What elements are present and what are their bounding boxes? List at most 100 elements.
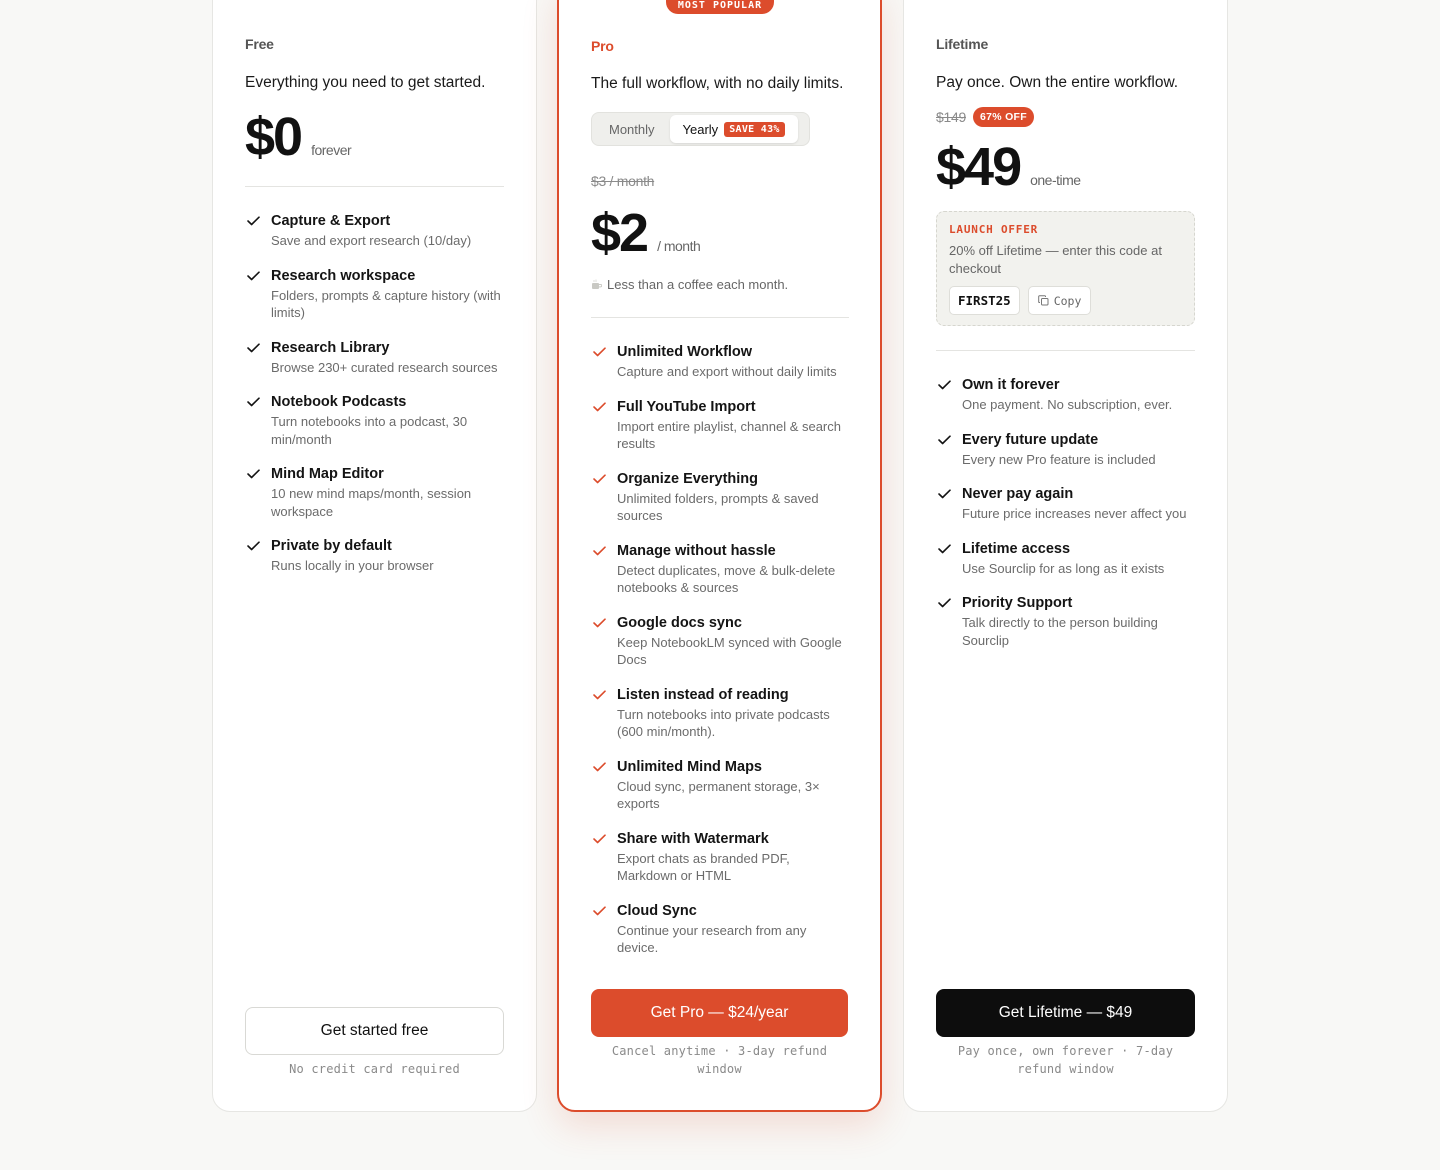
launch-offer-box: LAUNCH OFFER 20% off Lifetime — enter th… — [936, 211, 1195, 326]
check-icon — [247, 469, 260, 479]
billing-yearly-option[interactable]: Yearly SAVE 43% — [669, 115, 798, 143]
price-row: $49 one-time — [936, 137, 1195, 197]
feature-item: Lifetime access Use Sourclip for as long … — [936, 540, 1195, 578]
price-row: $0 forever — [245, 107, 504, 167]
feature-title: Listen instead of reading — [617, 686, 789, 703]
feature-title: Notebook Podcasts — [271, 394, 407, 410]
divider — [936, 350, 1195, 351]
check-icon — [593, 401, 606, 411]
feature-description: 10 new mind maps/month, session workspac… — [271, 486, 472, 519]
feature-description: Talk directly to the person building Sou… — [962, 615, 1158, 648]
discount-row: $149 67% OFF — [936, 107, 1195, 127]
feature-description: Capture and export without daily limits — [617, 364, 837, 379]
coffee-note-text: Less than a coffee each month. — [607, 277, 789, 292]
pricing-card-lifetime: Lifetime Pay once. Own the entire workfl… — [903, 0, 1228, 1112]
feature-title: Unlimited Workflow — [617, 344, 753, 360]
cta-note: Cancel anytime · 3-day refund window — [611, 1044, 828, 1076]
discount-badge: 67% OFF — [972, 107, 1034, 127]
copy-code-button[interactable]: Copy — [1027, 286, 1092, 315]
feature-title: Cloud Sync — [617, 902, 697, 919]
check-icon — [593, 833, 606, 843]
check-icon — [247, 541, 260, 551]
price-row: $2 / month — [591, 203, 849, 263]
check-icon — [593, 761, 606, 771]
feature-description: Future price increases never affect you — [962, 506, 1187, 521]
feature-description: Continue your research from any device. — [617, 922, 807, 956]
feature-item: Own it forever One payment. No subscripti… — [936, 376, 1195, 414]
yearly-label: Yearly — [682, 121, 719, 137]
cta-note: No credit card required — [289, 1062, 460, 1076]
copy-icon — [1037, 295, 1049, 306]
feature-list: Unlimited Workflow Capture and export wit… — [591, 343, 849, 957]
feature-description: Turn notebooks into private podcasts (60… — [617, 706, 830, 740]
divider — [591, 317, 849, 318]
get-lifetime-button[interactable]: Get Lifetime — $49 — [936, 989, 1195, 1037]
feature-title: Google docs sync — [617, 614, 742, 631]
feature-description: Folders, prompts & capture history (with… — [271, 287, 501, 321]
feature-description: Browse 230+ curated research sources — [271, 359, 498, 375]
feature-item: Organize Everything Unlimited folders, pr… — [591, 470, 849, 525]
feature-title: Unlimited Mind Maps — [617, 758, 762, 775]
coffee-note: Less than a coffee each month. — [591, 277, 849, 292]
feature-title: Capture & Export — [271, 213, 391, 229]
check-icon — [938, 543, 951, 553]
save-badge: SAVE 43% — [724, 121, 785, 137]
feature-item: Notebook Podcasts Turn notebooks into a p… — [245, 393, 504, 448]
coffee-icon — [592, 279, 602, 289]
price-suffix: forever — [311, 142, 352, 158]
price: $49 — [936, 137, 1022, 197]
pricing-card-free: Free Everything you need to get started.… — [212, 0, 537, 1112]
feature-description: Turn notebooks into a podcast, 30 min/mo… — [271, 414, 468, 447]
feature-item: Listen instead of reading Turn notebooks … — [591, 686, 849, 741]
feature-item: Manage without hassle Detect duplicates, … — [591, 542, 849, 597]
divider — [245, 186, 504, 187]
feature-item: Every future update Every new Pro feature… — [936, 431, 1195, 469]
feature-description: Use Sourclip for as long as it exists — [962, 560, 1165, 576]
feature-description: Runs locally in your browser — [271, 558, 434, 573]
feature-item: Never pay again Future price increases ne… — [936, 485, 1195, 523]
code-row: FIRST25 Copy — [949, 286, 1182, 315]
feature-description: Cloud sync, permanent storage, 3× export… — [617, 778, 820, 812]
feature-item: Private by default Runs locally in your b… — [245, 537, 504, 575]
feature-item: Full YouTube Import Import entire playlis… — [591, 398, 849, 453]
feature-description: One payment. No subscription, ever. — [962, 397, 1173, 412]
price-suffix: one-time — [1030, 172, 1081, 188]
original-price: $149 — [936, 109, 966, 125]
feature-item: Cloud Sync Continue your research from an… — [591, 902, 849, 957]
check-icon — [247, 342, 260, 352]
check-icon — [593, 689, 606, 699]
coupon-code[interactable]: FIRST25 — [949, 286, 1020, 315]
check-icon — [593, 473, 606, 483]
get-started-free-button[interactable]: Get started free — [245, 1007, 504, 1055]
feature-title: Research Library — [271, 339, 390, 356]
feature-title: Organize Everything — [617, 470, 759, 487]
feature-item: Unlimited Workflow Capture and export wit… — [591, 343, 849, 381]
cta-note: Pay once, own forever · 7-day refund win… — [957, 1044, 1174, 1076]
billing-toggle: Monthly Yearly SAVE 43% — [591, 112, 810, 146]
plan-tagline: The full workflow, with no daily limits. — [591, 75, 844, 92]
most-popular-badge: MOST POPULAR — [666, 0, 774, 14]
price: $0 — [245, 107, 303, 167]
feature-description: Unlimited folders, prompts & saved sourc… — [617, 490, 819, 524]
check-icon — [938, 380, 951, 390]
feature-item: Capture & Export Save and export research… — [245, 212, 504, 250]
check-icon — [938, 489, 951, 499]
plan-name: Pro — [591, 38, 614, 54]
check-icon — [247, 270, 260, 280]
feature-description: Every new Pro feature is included — [962, 451, 1156, 467]
feature-item: Research Library Browse 230+ curated rese… — [245, 339, 504, 377]
offer-label: LAUNCH OFFER — [949, 223, 1039, 236]
billing-monthly-option[interactable]: Monthly — [594, 115, 670, 143]
plan-name: Lifetime — [936, 36, 989, 52]
feature-title: Lifetime access — [962, 540, 1071, 557]
check-icon — [247, 397, 260, 407]
feature-description: Export chats as branded PDF, Markdown or… — [617, 850, 790, 884]
check-icon — [593, 545, 606, 555]
price-suffix: / month — [657, 238, 701, 254]
feature-description: Detect duplicates, move & bulk-delete no… — [617, 562, 836, 596]
check-icon — [938, 434, 951, 444]
feature-item: Research workspace Folders, prompts & cap… — [245, 267, 504, 322]
feature-title: Every future update — [962, 431, 1099, 448]
feature-title: Priority Support — [962, 595, 1073, 611]
get-pro-button[interactable]: Get Pro — $24/year — [591, 989, 848, 1037]
